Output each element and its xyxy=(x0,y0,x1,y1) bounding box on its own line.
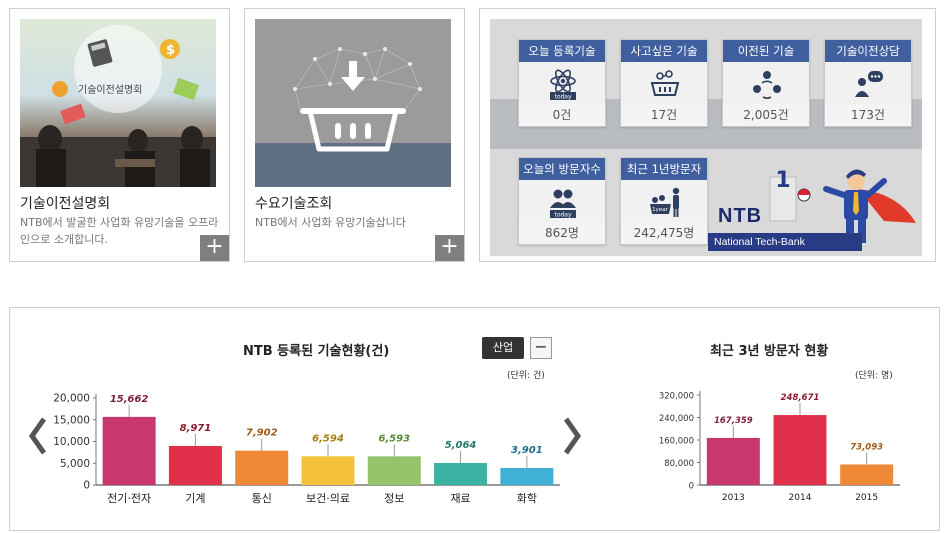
stat-value: 2,005건 xyxy=(723,104,809,126)
data-label: 248,671 xyxy=(781,393,820,403)
y-tick-label: 320,000 xyxy=(659,392,694,402)
stat-value: 862명 xyxy=(519,222,605,244)
y-tick-label: 5,000 xyxy=(60,458,90,470)
y-tick-label: 160,000 xyxy=(659,437,694,447)
more-plus-button[interactable]: + xyxy=(435,235,464,261)
x-tick-label: 2014 xyxy=(789,493,812,503)
data-label: 167,359 xyxy=(714,416,753,426)
data-label: 15,662 xyxy=(110,394,149,405)
x-tick-label: 정보 xyxy=(384,492,404,505)
tech-registration-chart: 0 5,000 10,000 15,000 20,000 15,662 전기·전자 8,971… xyxy=(53,393,560,505)
bar-보건·의료 xyxy=(301,456,355,485)
ntb-brand-banner[interactable]: 1 NTB National Tech-Bank xyxy=(708,159,918,251)
bar-2013 xyxy=(706,437,760,485)
bar-기계 xyxy=(168,445,222,485)
y-tick-label: 20,000 xyxy=(53,393,90,405)
svg-text:$: $ xyxy=(166,43,175,58)
data-label: 3,901 xyxy=(511,445,543,456)
stat-value: 0건 xyxy=(519,104,605,126)
stat-label: 최근 1년방문자 xyxy=(621,158,707,180)
stat-transferred-tech[interactable]: 이전된 기술 2,005건 xyxy=(722,39,810,127)
cart-icon xyxy=(650,70,680,96)
data-label: 8,971 xyxy=(180,423,212,434)
x-tick-label: 보건·의료 xyxy=(306,492,350,505)
card-demand-tech-search[interactable]: 수요기술조회 NTB에서 사업화 유망기술삽니다 + xyxy=(244,8,465,262)
x-tick-label: 2013 xyxy=(722,493,745,503)
bar-전기·전자 xyxy=(102,416,156,485)
bar-2015 xyxy=(840,464,894,485)
card-tech-transfer-briefing[interactable]: $ 기술이전설명회 기술이전설명회 NTB에서 발굴한 사업화 유망기술을 오프… xyxy=(9,8,230,262)
stat-label: 사고싶은 기술 xyxy=(621,40,707,62)
data-label: 5,064 xyxy=(445,440,477,451)
demand-tech-image[interactable] xyxy=(255,19,451,187)
visitor-chart: 0 80,000 160,000 240,000 320,000 167,359 2013 2… xyxy=(659,391,900,503)
bar-2014 xyxy=(773,415,827,485)
stat-label: 오늘 등록기술 xyxy=(519,40,605,62)
chart-panel: NTB 등록된 기술현황(건) 산업 − (단위: 건) 0 5,000 10,00… xyxy=(9,307,940,531)
svg-text:today: today xyxy=(554,94,572,101)
card-description: NTB에서 발굴한 사업화 유망기술을 오프라인으로 소개합니다. xyxy=(20,216,219,246)
x-tick-label: 전기·전자 xyxy=(107,492,151,505)
image-caption: 기술이전설명회 xyxy=(78,84,142,96)
stat-label: 기술이전상담 xyxy=(825,40,911,62)
x-tick-label: 2015 xyxy=(855,493,878,503)
y-tick-label: 10,000 xyxy=(53,436,90,448)
card-title[interactable]: 기술이전설명회 xyxy=(20,193,110,213)
card-title[interactable]: 수요기술조회 xyxy=(255,193,332,213)
ntb-logo: NTB xyxy=(718,205,763,227)
data-label: 6,594 xyxy=(312,433,344,444)
bar-통신 xyxy=(235,450,289,485)
briefing-illustration: $ 기술이전설명회 xyxy=(20,25,216,187)
y-tick-label: 0 xyxy=(83,480,90,492)
stats-inner: 오늘 등록기술 today 0건 사고싶은 기술 17건 이전된 기술 2,00… xyxy=(490,19,922,256)
svg-text:1year: 1year xyxy=(652,207,669,213)
stat-value: 242,475명 xyxy=(621,222,707,244)
year-visitors-icon: 1year xyxy=(650,187,680,217)
consult-icon xyxy=(855,71,883,97)
bar-화학 xyxy=(500,468,554,485)
next-arrow-icon[interactable] xyxy=(562,416,582,456)
stat-today-visitors[interactable]: 오늘의 방문자수 today 862명 xyxy=(518,157,606,245)
more-plus-button[interactable]: + xyxy=(200,235,229,261)
card-description: NTB에서 사업화 유망기술삽니다 xyxy=(255,216,406,229)
stat-wanted-tech[interactable]: 사고싶은 기술 17건 xyxy=(620,39,708,127)
x-tick-label: 재료 xyxy=(450,492,470,505)
stat-value: 173건 xyxy=(825,104,911,126)
people-group-icon xyxy=(753,71,781,99)
basket-network-icon xyxy=(293,47,422,152)
x-tick-label: 화학 xyxy=(517,492,537,505)
stat-label: 오늘의 방문자수 xyxy=(519,158,605,180)
x-tick-label: 기계 xyxy=(185,492,205,505)
bar-재료 xyxy=(434,462,488,485)
atom-today-icon: today xyxy=(550,69,576,101)
briefing-image[interactable]: $ 기술이전설명회 xyxy=(20,19,216,187)
bar-정보 xyxy=(367,456,421,485)
data-label: 73,093 xyxy=(850,442,883,452)
stat-value: 17건 xyxy=(621,104,707,126)
stat-consultations[interactable]: 기술이전상담 173건 xyxy=(824,39,912,127)
stats-panel: 오늘 등록기술 today 0건 사고싶은 기술 17건 이전된 기술 2,00… xyxy=(479,8,936,262)
y-tick-label: 0 xyxy=(689,482,694,492)
ntb-name: National Tech-Bank xyxy=(708,233,862,251)
data-label: 7,902 xyxy=(246,428,278,439)
stat-year-visitors[interactable]: 최근 1년방문자 1year 242,475명 xyxy=(620,157,708,245)
svg-text:1: 1 xyxy=(775,168,790,193)
y-tick-label: 15,000 xyxy=(53,414,90,426)
stat-label: 이전된 기술 xyxy=(723,40,809,62)
stat-today-registered[interactable]: 오늘 등록기술 today 0건 xyxy=(518,39,606,127)
svg-text:today: today xyxy=(554,212,572,219)
x-tick-label: 통신 xyxy=(252,492,272,505)
y-tick-label: 80,000 xyxy=(664,459,694,469)
y-tick-label: 240,000 xyxy=(659,414,694,424)
visitors-today-icon: today xyxy=(550,189,576,219)
data-label: 6,593 xyxy=(378,433,410,444)
